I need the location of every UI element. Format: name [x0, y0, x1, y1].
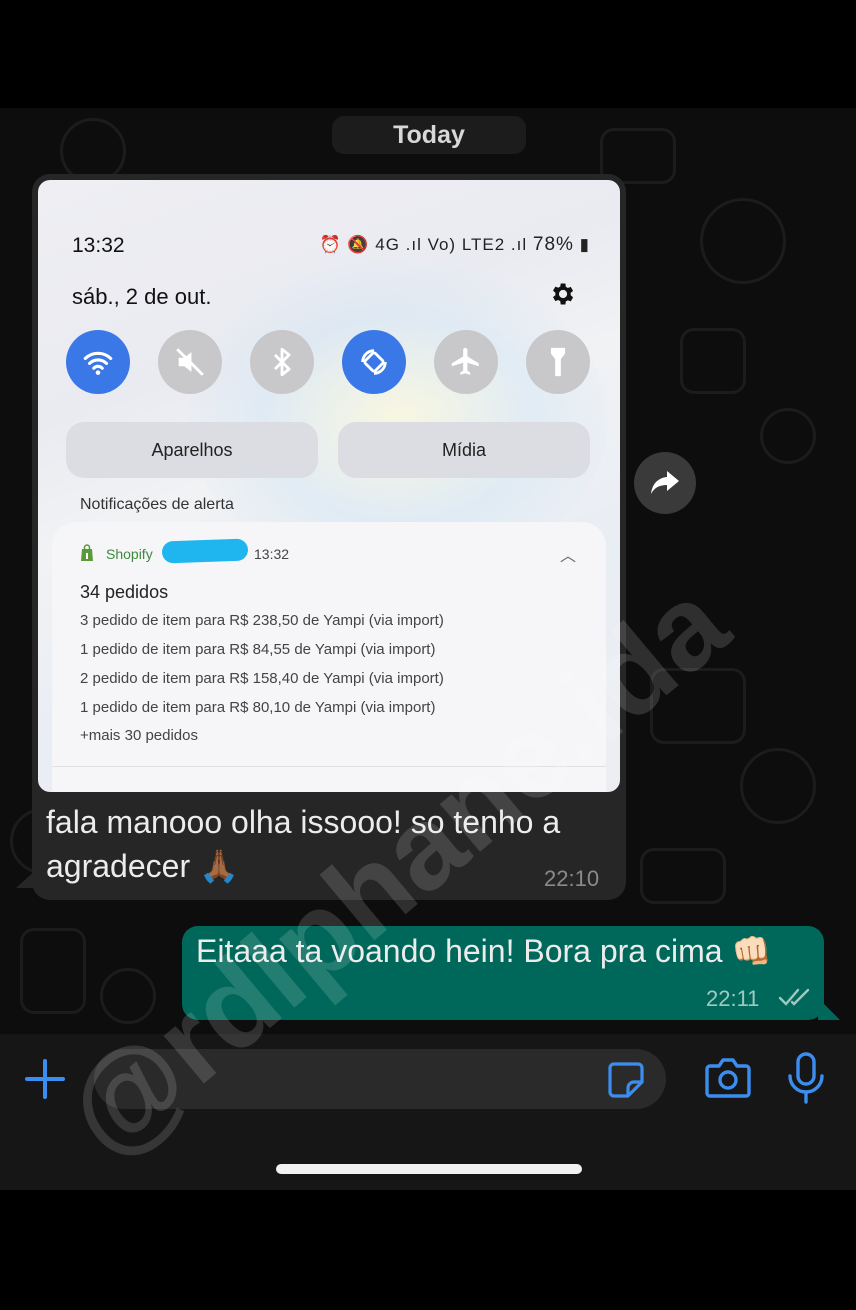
flashlight-toggle[interactable]	[526, 330, 590, 394]
alert-notifications-label: Notificações de alerta	[80, 496, 234, 513]
outgoing-message-time: 22:11	[706, 986, 760, 1011]
sticker-icon[interactable]	[606, 1060, 646, 1100]
notification-line: 2 pedido de item para R$ 158,40 de Yampi…	[80, 670, 444, 687]
devices-button[interactable]: Aparelhos	[66, 422, 318, 478]
media-button[interactable]: Mídia	[338, 422, 590, 478]
airplane-toggle[interactable]	[434, 330, 498, 394]
camera-icon[interactable]	[704, 1056, 752, 1100]
notification-line: 1 pedido de item para R$ 84,55 de Yampi …	[80, 641, 436, 658]
forward-button[interactable]	[634, 452, 696, 514]
read-receipt-icon	[778, 988, 810, 1006]
auto-rotate-toggle[interactable]	[342, 330, 406, 394]
notification-more: +mais 30 pedidos	[80, 727, 198, 744]
notification-line: 3 pedido de item para R$ 238,50 de Yampi…	[80, 612, 444, 629]
plus-icon[interactable]	[24, 1058, 66, 1100]
shopify-bag-icon	[81, 544, 93, 561]
airplane-icon	[451, 347, 479, 375]
rotate-icon	[361, 349, 387, 375]
battery-icon: ▮	[579, 235, 590, 254]
notification-divider	[52, 766, 606, 767]
status-signal-icons: ⏰ 🔕 4G .ıl Vo) LTE2 .ıl	[319, 235, 528, 254]
notification-title: 34 pedidos	[80, 582, 169, 602]
shopify-notification[interactable]: Shopify 13:32 ︿ 34 pedidos 3 pedido de i…	[52, 522, 606, 792]
bluetooth-icon	[273, 347, 291, 377]
notification-line: 1 pedido de item para R$ 80,10 de Yampi …	[80, 699, 436, 716]
collapse-chevron-icon[interactable]: ︿	[560, 542, 576, 566]
status-icons: ⏰ 🔕 4G .ıl Vo) LTE2 .ıl 78% ▮	[319, 234, 590, 256]
message-input[interactable]	[94, 1049, 666, 1109]
flashlight-icon	[550, 347, 566, 377]
battery-level: 78%	[532, 234, 574, 255]
redaction-scribble	[161, 538, 249, 564]
gear-icon	[553, 283, 574, 305]
mute-icon	[176, 348, 204, 376]
incoming-message-time: 22:10	[544, 866, 600, 891]
home-indicator[interactable]	[276, 1164, 582, 1174]
status-date: sáb., 2 de out.	[72, 284, 212, 309]
wifi-icon	[83, 351, 113, 375]
status-time: 13:32	[72, 234, 125, 257]
forward-arrow-icon	[651, 471, 679, 494]
microphone-icon[interactable]	[786, 1052, 826, 1104]
outgoing-message-text: Eitaaa ta voando hein! Bora pra cima 👊🏻	[196, 933, 772, 969]
incoming-message-text: fala manooo olha issooo! so tenho a agra…	[46, 804, 561, 884]
date-separator: Today	[332, 116, 526, 154]
notification-time: 13:32	[254, 546, 290, 562]
sound-toggle[interactable]	[158, 330, 222, 394]
bluetooth-toggle[interactable]	[250, 330, 314, 394]
notification-app-name: Shopify	[106, 546, 153, 562]
shared-screenshot-image[interactable]: 13:32 ⏰ 🔕 4G .ıl Vo) LTE2 .ıl 78% ▮ sáb.…	[38, 180, 620, 792]
wifi-toggle[interactable]	[66, 330, 130, 394]
